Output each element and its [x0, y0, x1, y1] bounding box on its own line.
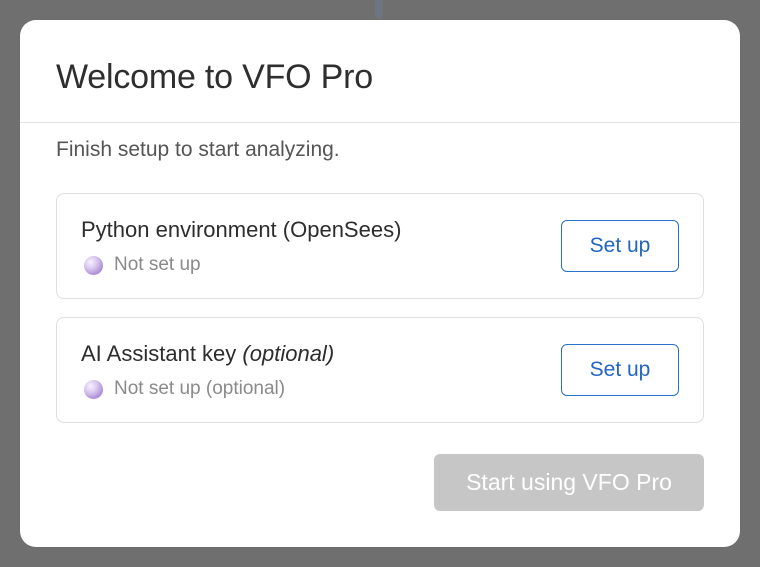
dialog-body: Finish setup to start analyzing. Python … [20, 123, 740, 423]
dialog-subtitle: Finish setup to start analyzing. [56, 138, 340, 161]
optional-label: (optional) [242, 341, 335, 366]
setup-card-title-text: AI Assistant key [81, 341, 237, 366]
dialog-title: Welcome to VFO Pro [56, 58, 373, 96]
setup-card-status-text: Not set up (optional) [114, 378, 286, 399]
welcome-dialog: Welcome to VFO Pro Finish setup to start… [20, 20, 740, 547]
dialog-header: Welcome to VFO Pro [20, 20, 740, 123]
status-dot-icon [84, 379, 103, 399]
setup-card-python: Python environment (OpenSees) Not set up… [56, 193, 704, 299]
background-element [375, 0, 383, 18]
ai-key-setup-button[interactable]: Set up [561, 344, 679, 396]
dialog-footer: Start using VFO Pro [434, 454, 704, 511]
setup-card-ai-key: AI Assistant key (optional) Not set up (… [56, 317, 704, 423]
setup-card-title: AI Assistant key (optional) [81, 340, 334, 368]
status-dot-icon [84, 255, 103, 275]
setup-card-title-text: Python environment (OpenSees) [81, 217, 402, 242]
setup-card-title: Python environment (OpenSees) [81, 216, 401, 244]
setup-card-status: Not set up [84, 253, 201, 277]
setup-card-status: Not set up (optional) [84, 377, 285, 401]
python-setup-button[interactable]: Set up [561, 220, 679, 272]
start-using-button[interactable]: Start using VFO Pro [434, 454, 704, 511]
setup-card-status-text: Not set up [114, 254, 201, 275]
